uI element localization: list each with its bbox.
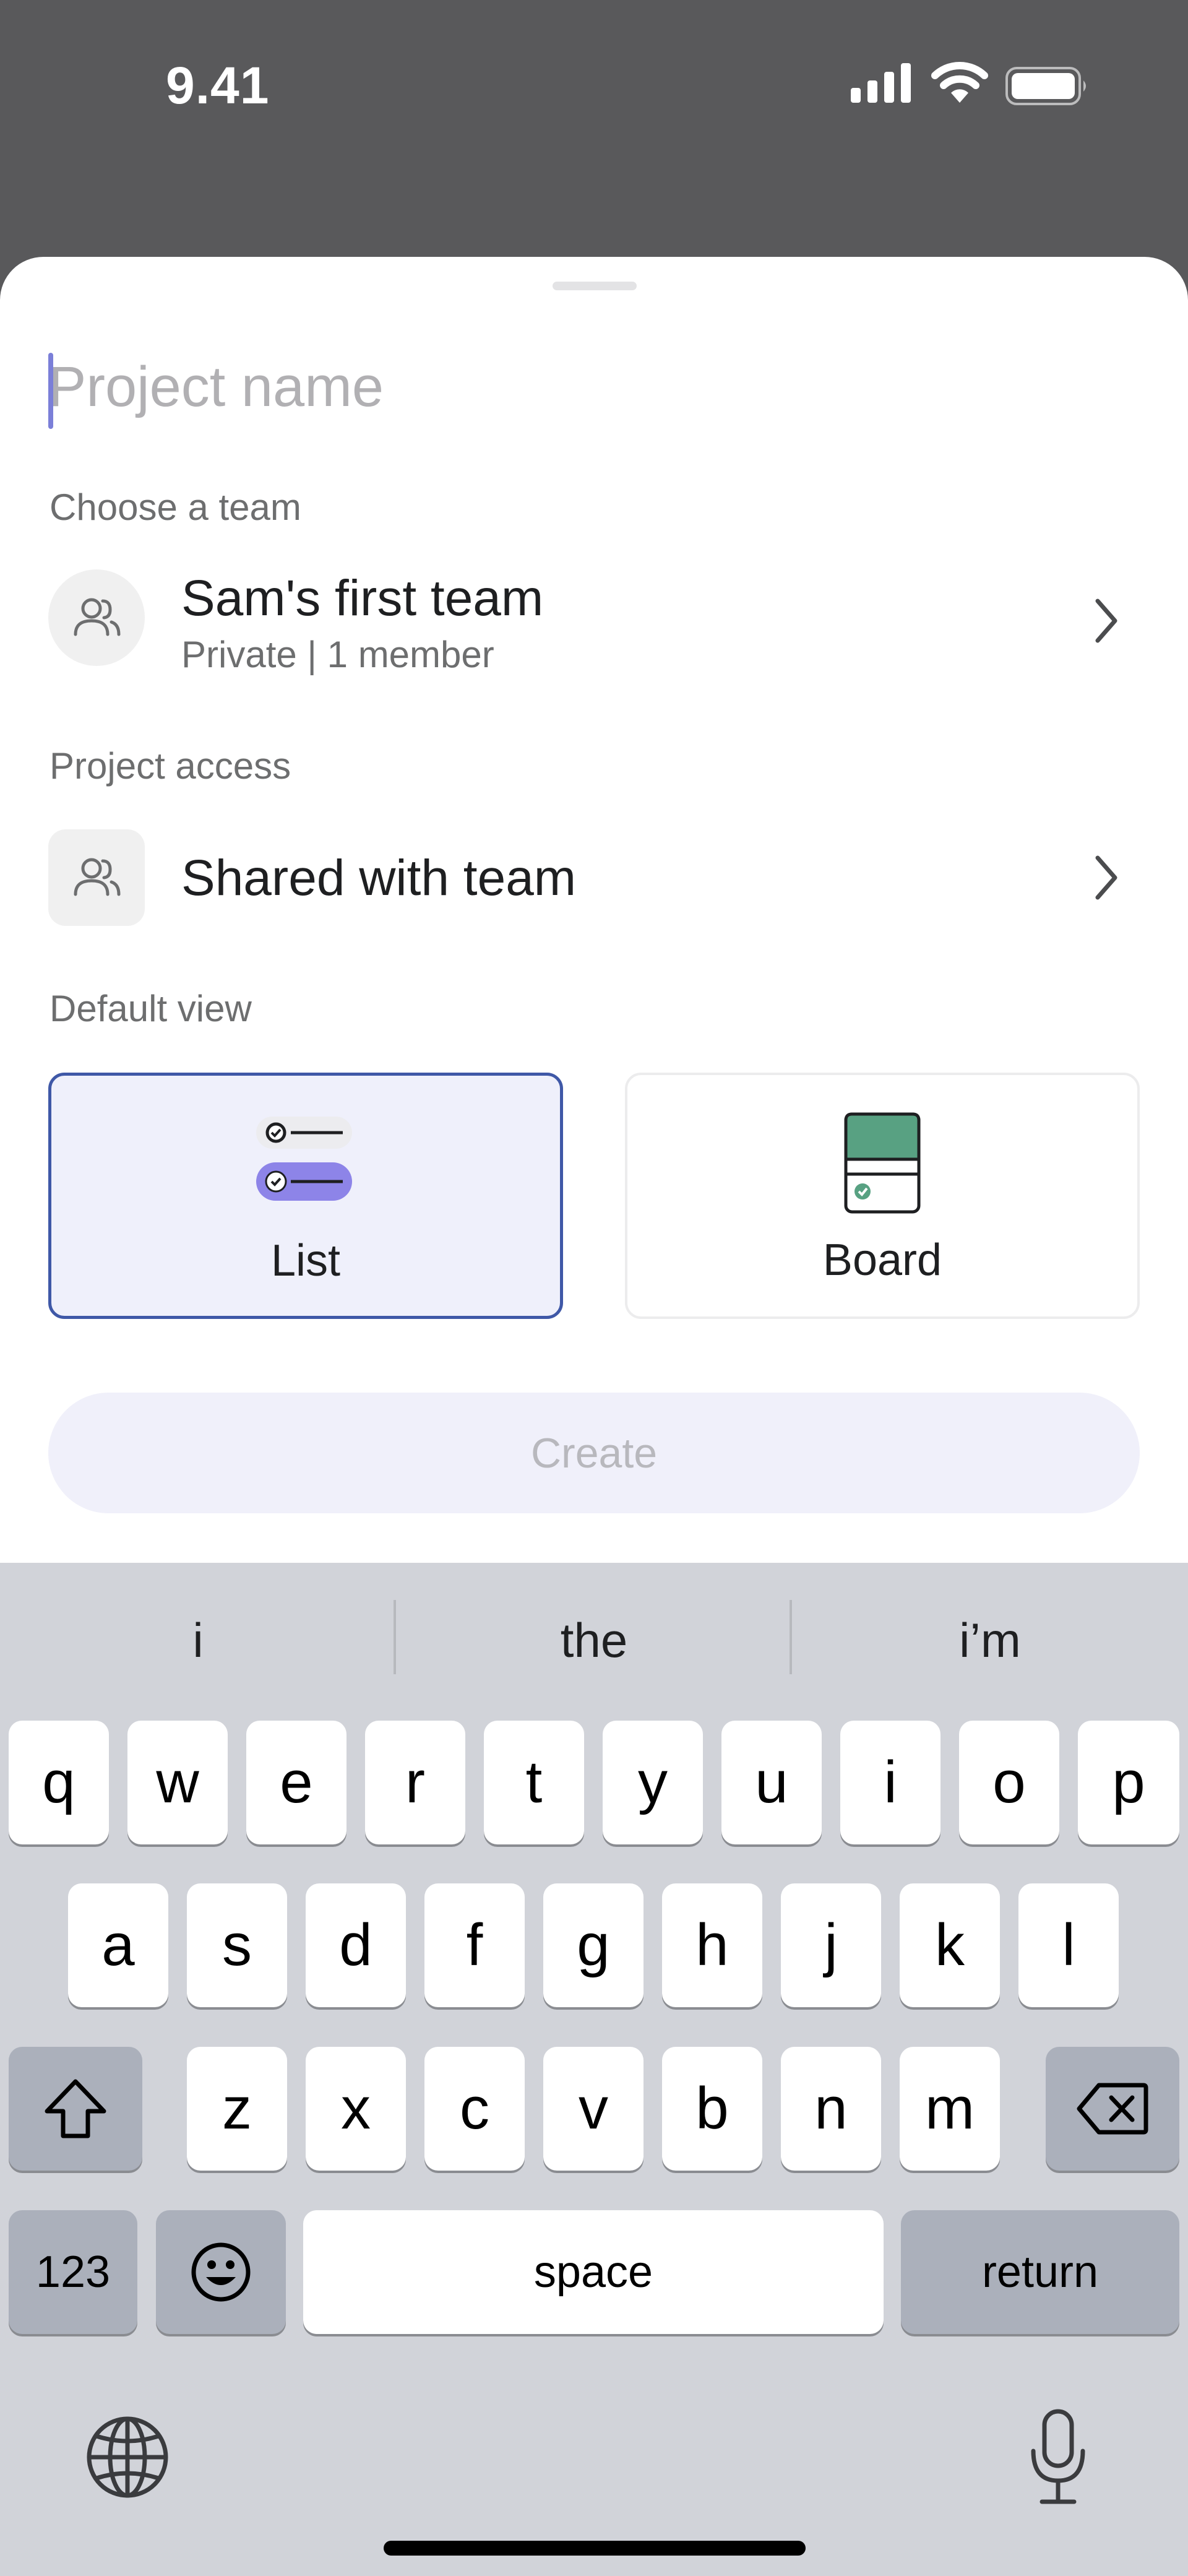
board-view-label: Board (822, 1235, 942, 1285)
key-q[interactable]: q (9, 1721, 109, 1844)
key-z[interactable]: z (187, 2047, 287, 2171)
key-a[interactable]: a (68, 1883, 168, 2007)
key-k[interactable]: k (900, 1883, 1000, 2007)
key-n[interactable]: n (781, 2047, 881, 2171)
board-view-option[interactable]: Board (625, 1073, 1140, 1319)
project-name-input[interactable] (48, 350, 1137, 424)
key-h[interactable]: h (662, 1883, 762, 2007)
key-j[interactable]: j (781, 1883, 881, 2007)
team-selector[interactable]: Sam's first team Private | 1 member (48, 569, 1137, 675)
keyboard: i the i’m q w e r t y u i o p a s d f g … (0, 1563, 1188, 2576)
access-section-label: Project access (50, 745, 291, 787)
key-d[interactable]: d (306, 1883, 406, 2007)
backspace-icon (1077, 2083, 1148, 2135)
key-f[interactable]: f (424, 1883, 525, 2007)
team-meta: Private | 1 member (181, 634, 494, 675)
status-bar: 9.41 (0, 0, 1188, 179)
battery-icon (1005, 67, 1086, 105)
text-caret (48, 353, 53, 429)
emoji-key[interactable] (156, 2210, 286, 2334)
sheet-grabber[interactable] (553, 282, 637, 290)
delete-key[interactable] (1046, 2047, 1179, 2171)
create-button[interactable]: Create (48, 1393, 1140, 1513)
key-m[interactable]: m (900, 2047, 1000, 2171)
access-selector[interactable]: Shared with team (48, 829, 1137, 935)
key-r[interactable]: r (365, 1721, 465, 1844)
access-value: Shared with team (181, 850, 577, 906)
key-b[interactable]: b (662, 2047, 762, 2171)
shift-key[interactable] (9, 2047, 142, 2171)
return-key[interactable]: return (901, 2210, 1179, 2334)
board-view-icon (844, 1112, 921, 1214)
list-view-icon (256, 1117, 352, 1201)
key-c[interactable]: c (424, 2047, 525, 2171)
home-indicator (384, 2541, 806, 2556)
key-u[interactable]: u (721, 1721, 822, 1844)
create-project-sheet: Choose a team Sam's first team Private |… (0, 257, 1188, 1563)
list-view-option[interactable]: List (48, 1073, 563, 1319)
numbers-key[interactable]: 123 (9, 2210, 137, 2334)
key-g[interactable]: g (543, 1883, 644, 2007)
space-key[interactable]: space (303, 2210, 884, 2334)
team-section-label: Choose a team (50, 486, 301, 528)
team-avatar (48, 569, 145, 666)
key-s[interactable]: s (187, 1883, 287, 2007)
chevron-right-icon (1095, 855, 1117, 900)
globe-icon[interactable] (84, 2414, 171, 2500)
key-l[interactable]: l (1018, 1883, 1119, 2007)
list-view-label: List (270, 1236, 341, 1286)
access-avatar (48, 829, 145, 926)
team-name: Sam's first team (181, 570, 544, 626)
view-section-label: Default view (50, 988, 252, 1029)
microphone-icon[interactable] (1027, 2408, 1089, 2507)
shift-icon (45, 2079, 106, 2138)
key-x[interactable]: x (306, 2047, 406, 2171)
key-i[interactable]: i (840, 1721, 940, 1844)
cellular-signal-icon (851, 63, 911, 103)
wifi-icon (931, 62, 988, 103)
suggestion-1[interactable]: i (0, 1563, 396, 1718)
team-icon (74, 858, 121, 896)
chevron-right-icon (1095, 599, 1117, 643)
key-w[interactable]: w (127, 1721, 228, 1844)
key-v[interactable]: v (543, 2047, 644, 2171)
key-y[interactable]: y (603, 1721, 703, 1844)
key-o[interactable]: o (959, 1721, 1059, 1844)
key-t[interactable]: t (484, 1721, 584, 1844)
suggestion-2[interactable]: the (396, 1563, 792, 1718)
team-icon (74, 598, 121, 636)
key-p[interactable]: p (1078, 1721, 1179, 1844)
emoji-icon (191, 2242, 251, 2302)
suggestion-3[interactable]: i’m (792, 1563, 1188, 1718)
key-e[interactable]: e (246, 1721, 346, 1844)
status-time: 9.41 (166, 56, 270, 115)
